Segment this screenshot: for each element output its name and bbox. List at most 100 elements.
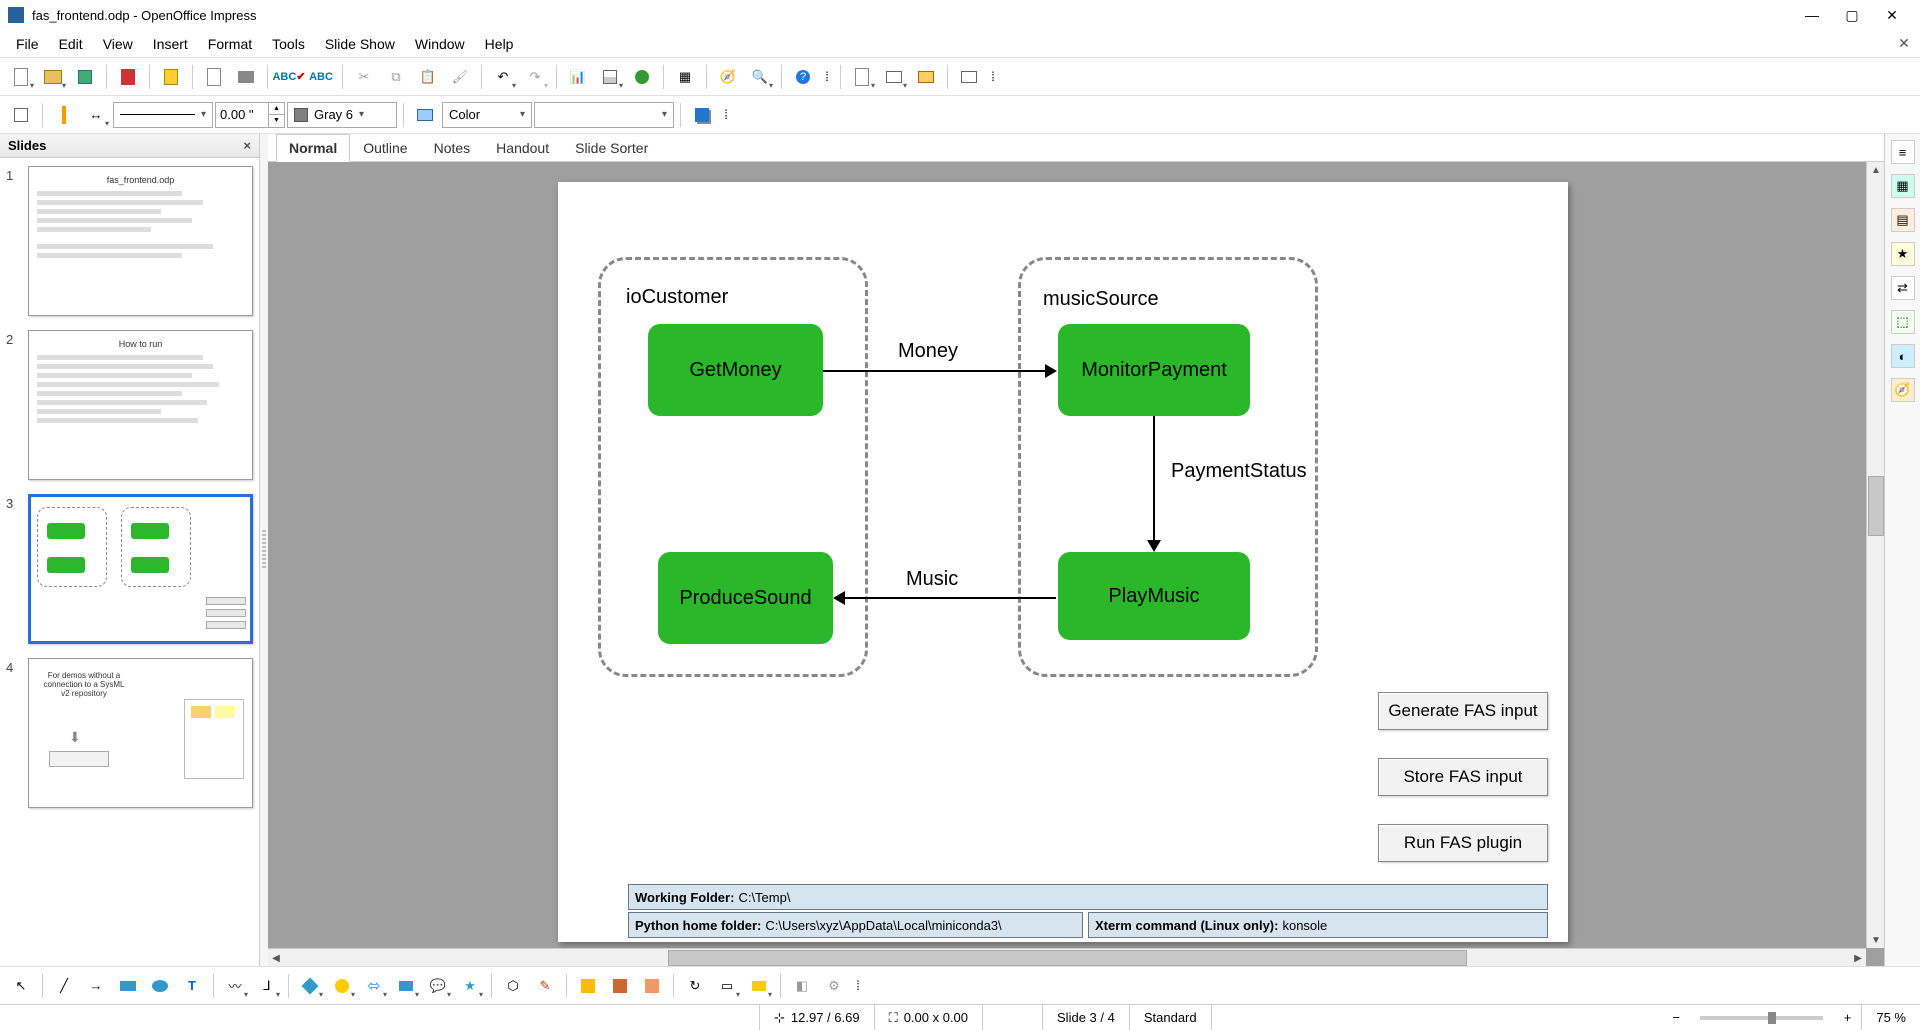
slide-thumb-3[interactable]: 3	[6, 494, 253, 644]
slide-design-button[interactable]	[911, 62, 941, 92]
print-button[interactable]	[231, 62, 261, 92]
format-paintbrush-button[interactable]: 🖌	[445, 62, 475, 92]
alignment-button[interactable]: ▭	[712, 971, 742, 1001]
spellcheck-button[interactable]: ABC✔	[274, 62, 304, 92]
view-tab-notes[interactable]: Notes	[421, 134, 484, 161]
activity-monitor-payment[interactable]: MonitorPayment	[1058, 324, 1250, 416]
rectangle-tool-button[interactable]	[113, 971, 143, 1001]
menu-edit[interactable]: Edit	[49, 32, 93, 56]
slide-canvas[interactable]: ioCustomer musicSource GetMoney MonitorP…	[268, 162, 1884, 966]
styles-icon[interactable]: ⬚	[1891, 310, 1915, 334]
new-doc-button[interactable]	[6, 62, 36, 92]
drawing-toolbar-overflow[interactable]: ⁞	[851, 971, 865, 1001]
group-io-customer-label[interactable]: ioCustomer	[626, 286, 728, 309]
master-pages-icon[interactable]: ▤	[1891, 208, 1915, 232]
vertical-scrollbar[interactable]: ▲ ▼	[1866, 162, 1884, 948]
navigator-button[interactable]: 🧭	[713, 62, 743, 92]
close-document-button[interactable]: ✕	[1894, 34, 1914, 54]
splitter-handle[interactable]	[260, 134, 268, 966]
slide-page[interactable]: ioCustomer musicSource GetMoney MonitorP…	[558, 182, 1568, 942]
close-window-button[interactable]: ✕	[1872, 3, 1912, 27]
glue-points-button[interactable]: ✎	[530, 971, 560, 1001]
cut-button[interactable]: ✂	[349, 62, 379, 92]
run-fas-plugin-button[interactable]: Run FAS plugin	[1378, 824, 1548, 862]
slides-list[interactable]: 1 fas_frontend.odp 2 How to run	[0, 158, 259, 966]
menu-help[interactable]: Help	[475, 32, 524, 56]
auto-spellcheck-button[interactable]: ABC	[306, 62, 336, 92]
arrow-tool-button[interactable]: →	[81, 971, 111, 1001]
basic-shapes-button[interactable]	[295, 971, 325, 1001]
fontwork-button[interactable]	[573, 971, 603, 1001]
view-tab-handout[interactable]: Handout	[483, 134, 562, 161]
horizontal-scroll-thumb[interactable]	[668, 950, 1467, 966]
maximize-button[interactable]: ▢	[1832, 3, 1872, 27]
status-slide-number[interactable]: Slide 3 / 4	[1043, 1005, 1130, 1030]
area-button[interactable]	[410, 100, 440, 130]
undo-button[interactable]: ↶	[488, 62, 518, 92]
slide-layout-button[interactable]	[879, 62, 909, 92]
arrow-music[interactable]	[835, 597, 1056, 599]
activity-play-music[interactable]: PlayMusic	[1058, 552, 1250, 640]
zoom-button[interactable]: 🔍	[745, 62, 775, 92]
minimize-button[interactable]: —	[1792, 3, 1832, 27]
sidebar-menu-icon[interactable]: ≡	[1891, 140, 1915, 164]
insert-slide-button[interactable]	[847, 62, 877, 92]
custom-animation-icon[interactable]: ★	[1891, 242, 1915, 266]
arrow-music-label[interactable]: Music	[906, 568, 958, 591]
start-slideshow-button[interactable]	[954, 62, 984, 92]
slide-transition-icon[interactable]: ⇄	[1891, 276, 1915, 300]
line-style-select[interactable]: ▾	[113, 102, 213, 128]
zoom-percent[interactable]: 75 %	[1862, 1005, 1920, 1030]
save-button[interactable]	[70, 62, 100, 92]
redo-button[interactable]: ↷	[520, 62, 550, 92]
grid-button[interactable]: ▦	[670, 62, 700, 92]
help-button[interactable]: ?	[788, 62, 818, 92]
horizontal-scrollbar[interactable]: ◀ ▶	[268, 948, 1866, 966]
arrow-style-button[interactable]: ↔	[81, 100, 111, 130]
properties-pane-icon[interactable]: ▦	[1891, 174, 1915, 198]
xterm-command-field[interactable]: Xterm command (Linux only): konsole	[1088, 912, 1548, 938]
ellipse-tool-button[interactable]	[145, 971, 175, 1001]
slide-thumb-4[interactable]: 4 For demos without a connection to a Sy…	[6, 658, 253, 808]
connector-tool-button[interactable]: ⅃	[252, 971, 282, 1001]
menu-insert[interactable]: Insert	[143, 32, 198, 56]
view-tab-normal[interactable]: Normal	[276, 134, 350, 162]
extrusion-button[interactable]: ◧	[787, 971, 817, 1001]
arrow-payment-status-label[interactable]: PaymentStatus	[1171, 460, 1307, 483]
activity-get-money[interactable]: GetMoney	[648, 324, 823, 416]
line-tool-button[interactable]: ╱	[49, 971, 79, 1001]
from-file-button[interactable]	[605, 971, 635, 1001]
generate-fas-input-button[interactable]: Generate FAS input	[1378, 692, 1548, 730]
slide-thumb-1[interactable]: 1 fas_frontend.odp	[6, 166, 253, 316]
hyperlink-button[interactable]	[627, 62, 657, 92]
arrow-money[interactable]	[823, 370, 1055, 372]
group-music-source-label[interactable]: musicSource	[1043, 288, 1159, 311]
menu-file[interactable]: File	[6, 32, 49, 56]
line-color-select[interactable]: Gray 6 ▾	[287, 102, 397, 128]
arrange-button[interactable]	[6, 100, 36, 130]
activity-produce-sound[interactable]: ProduceSound	[658, 552, 833, 644]
points-button[interactable]: ⬡	[498, 971, 528, 1001]
edit-file-button[interactable]	[156, 62, 186, 92]
presentation-toolbar-overflow[interactable]: ⁞	[986, 62, 1000, 92]
fill-color-select[interactable]: ▾	[534, 102, 674, 128]
table-button[interactable]	[595, 62, 625, 92]
spin-down[interactable]: ▼	[268, 115, 284, 127]
copy-button[interactable]: ⧉	[381, 62, 411, 92]
menu-window[interactable]: Window	[405, 32, 475, 56]
vertical-scroll-thumb[interactable]	[1868, 476, 1884, 536]
symbol-shapes-button[interactable]	[327, 971, 357, 1001]
menu-tools[interactable]: Tools	[262, 32, 315, 56]
open-button[interactable]	[38, 62, 68, 92]
arrow-money-label[interactable]: Money	[898, 340, 958, 363]
line-width-spinner[interactable]: 0.00 " ▲▼	[215, 102, 285, 128]
menu-slide-show[interactable]: Slide Show	[315, 32, 405, 56]
curve-tool-button[interactable]: 〰	[220, 971, 250, 1001]
flowchart-button[interactable]	[391, 971, 421, 1001]
callouts-button[interactable]: 💬	[423, 971, 453, 1001]
fill-mode-select[interactable]: Color ▾	[442, 102, 532, 128]
export-pdf-button[interactable]	[113, 62, 143, 92]
block-arrows-button[interactable]: ⬄	[359, 971, 389, 1001]
toolbar-overflow-button[interactable]: ⁞	[820, 62, 834, 92]
store-fas-input-button[interactable]: Store FAS input	[1378, 758, 1548, 796]
